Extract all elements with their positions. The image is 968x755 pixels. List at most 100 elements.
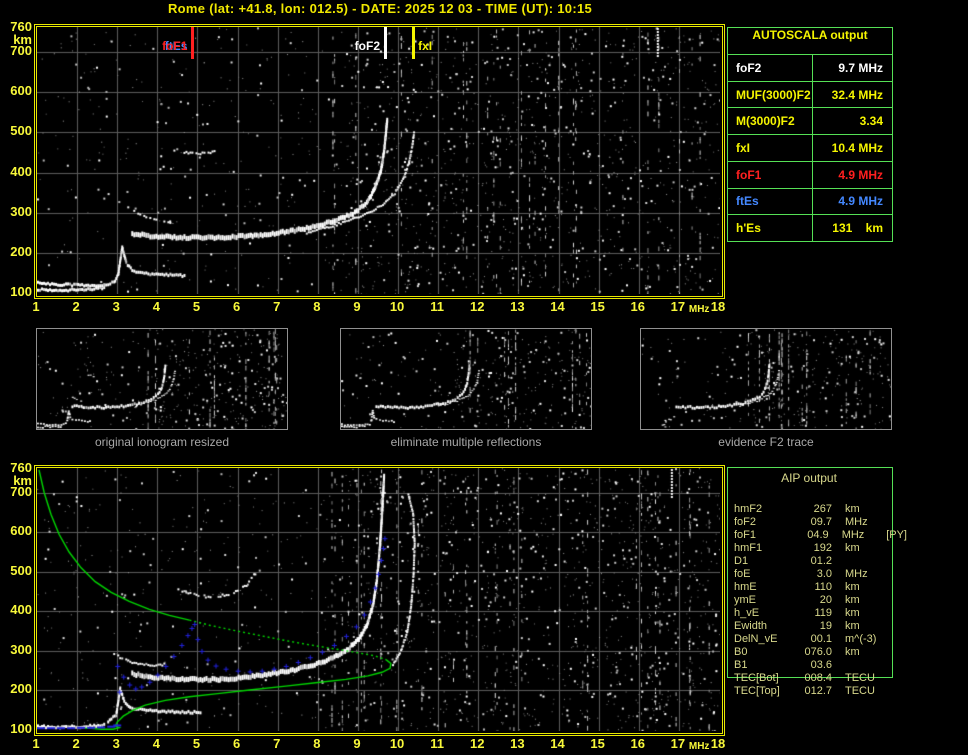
aip-lab: D1 bbox=[734, 555, 749, 567]
aip-row-B1: B1 03.6 bbox=[727, 659, 907, 672]
x-axis-tick-label: 8 bbox=[313, 736, 321, 751]
autoscala-row-M(3000)F2: M(3000)F2 3.34 bbox=[728, 108, 892, 136]
aip-note bbox=[889, 607, 891, 620]
aip-note bbox=[889, 685, 891, 698]
x-axis-tick-label: 15 bbox=[590, 299, 605, 314]
x-axis-tick-label: 13 bbox=[510, 299, 525, 314]
autoscala-param-label: foF1 bbox=[728, 161, 813, 188]
aip-unit: km bbox=[845, 542, 860, 554]
aip-unit: TECU bbox=[845, 685, 875, 697]
autoscala-output-table: AUTOSCALA output foF2 9.7 MHz MUF(3000)F2 3… bbox=[727, 27, 893, 242]
x-axis-tick-label: 2 bbox=[72, 299, 80, 314]
top-ionogram-plot bbox=[34, 24, 725, 299]
aip-val: 04.9 bbox=[807, 529, 829, 541]
x-axis-tick-label: 11 bbox=[430, 299, 445, 314]
thumbnail-no-multiples bbox=[340, 328, 592, 430]
aip-row-hmF1: hmF1 192 km bbox=[727, 542, 907, 555]
aip-note bbox=[889, 646, 891, 659]
foF2-marker-label: foF2 bbox=[354, 39, 381, 53]
aip-val: 19 bbox=[819, 620, 832, 632]
x-axis-tick-label: 14 bbox=[550, 736, 565, 751]
foF2-marker-line bbox=[384, 27, 388, 59]
thumbnail-caption-original: original ionogram resized bbox=[94, 435, 230, 449]
x-axis-tick-label: 4 bbox=[152, 736, 160, 751]
aip-lab: foE bbox=[734, 568, 751, 580]
thumbnail-original-ionogram bbox=[36, 328, 288, 430]
x-axis-tick-label: 17 bbox=[670, 736, 686, 751]
aip-note bbox=[889, 568, 891, 581]
aip-note bbox=[889, 555, 891, 568]
aip-lab: Ewidth bbox=[734, 620, 768, 632]
autoscala-param-value: 131 km bbox=[832, 221, 883, 236]
x-axis-tick-label: 7 bbox=[273, 736, 281, 751]
aip-row-ymE: ymE 20 km bbox=[727, 594, 907, 607]
aip-val: 09.7 bbox=[810, 516, 832, 528]
x-axis-tick-label: 10 bbox=[389, 736, 405, 751]
aip-note: [PY] bbox=[886, 529, 907, 541]
autoscala-row-foF1: foF1 4.9 MHz bbox=[728, 161, 892, 189]
y-axis-tick-label: 500 bbox=[10, 562, 32, 578]
x-axis-tick-label: 1 bbox=[32, 299, 40, 314]
aip-unit: MHz bbox=[845, 516, 868, 528]
aip-val: 03.6 bbox=[810, 659, 832, 671]
x-axis-unit-label: MHz bbox=[688, 304, 710, 315]
autoscala-param-value: 4.9 MHz bbox=[838, 167, 883, 182]
x-axis-tick-label: 1 bbox=[32, 736, 40, 751]
y-axis-tick-label: 600 bbox=[10, 523, 32, 539]
autoscala-row-h'Es: h'Es 131 km bbox=[728, 215, 892, 242]
top-ionogram-canvas bbox=[37, 27, 720, 294]
aip-row-hmF2: hmF2 267 km bbox=[727, 503, 907, 516]
aip-note bbox=[889, 659, 891, 672]
bottom-ionogram-plot bbox=[34, 465, 725, 736]
aip-unit: km bbox=[845, 646, 860, 658]
aip-lab: TEC[Top] bbox=[734, 685, 780, 697]
x-axis-tick-label: 4 bbox=[152, 299, 160, 314]
aip-val: 119 bbox=[814, 607, 832, 619]
aip-lab: B1 bbox=[734, 659, 748, 671]
aip-val: 076.0 bbox=[804, 646, 832, 658]
y-axis-tick-label: 500 bbox=[10, 123, 32, 139]
aip-val: 20 bbox=[819, 594, 832, 606]
aip-note bbox=[889, 672, 891, 685]
thumbnail-caption-no-multiples: eliminate multiple reflections bbox=[390, 435, 542, 449]
aip-row-DelN_vE: DelN_vE 00.1 m^(-3) bbox=[727, 633, 907, 646]
thumbnail-no-multiples-canvas bbox=[341, 329, 591, 429]
y-axis-tick-label: 400 bbox=[10, 163, 32, 179]
x-axis-tick-label: 3 bbox=[112, 736, 120, 751]
aip-lab: B0 bbox=[734, 646, 748, 658]
x-axis-tick-label: 6 bbox=[232, 736, 241, 751]
autoscala-param-label: MUF(3000)F2 bbox=[728, 81, 813, 108]
aip-val: 110 bbox=[814, 581, 832, 593]
aip-unit: km bbox=[845, 594, 860, 606]
x-axis-tick-label: 6 bbox=[232, 299, 241, 314]
fxI-marker-line bbox=[412, 27, 416, 59]
aip-unit: km bbox=[845, 503, 860, 515]
autoscala-row-MUF(3000)F2: MUF(3000)F2 32.4 MHz bbox=[728, 81, 892, 109]
x-axis-tick-label: 3 bbox=[112, 299, 120, 314]
aip-lab: hmF1 bbox=[734, 542, 763, 554]
aip-lab: h_vE bbox=[734, 607, 760, 619]
thumbnail-f2-trace-canvas bbox=[641, 329, 891, 429]
y-axis-tick-label: 200 bbox=[10, 681, 32, 697]
aip-row-TEC[Bot]: TEC[Bot] 008.4 TECU bbox=[727, 672, 907, 685]
autoscala-row-ftEs: ftEs 4.9 MHz bbox=[728, 188, 892, 216]
aip-note bbox=[889, 542, 891, 555]
aip-lab: foF1 bbox=[734, 529, 757, 541]
aip-note bbox=[889, 516, 891, 529]
x-axis-tick-label: 8 bbox=[313, 299, 321, 314]
x-axis-unit-label: MHz bbox=[688, 741, 710, 752]
aip-row-D1: D1 01.2 bbox=[727, 555, 907, 568]
aip-note bbox=[889, 594, 891, 607]
aip-unit: km bbox=[845, 581, 860, 593]
autoscala-row-foF2: foF2 9.7 MHz bbox=[728, 55, 892, 82]
y-axis-tick-label: 300 bbox=[10, 641, 32, 657]
aip-val: 00.1 bbox=[810, 633, 832, 645]
aip-row-hmE: hmE 110 km bbox=[727, 581, 907, 594]
x-axis-tick-label: 12 bbox=[470, 736, 485, 751]
bottom-ionogram-canvas bbox=[37, 468, 720, 731]
thumbnail-caption-f2-trace: evidence F2 trace bbox=[718, 435, 814, 449]
aip-val: 012.7 bbox=[804, 685, 832, 697]
aip-row-TEC[Top]: TEC[Top] 012.7 TECU bbox=[727, 685, 907, 698]
aip-lab: ymE bbox=[734, 594, 756, 606]
page-title: Rome (lat: +41.8, lon: 012.5) - DATE: 20… bbox=[167, 1, 593, 16]
